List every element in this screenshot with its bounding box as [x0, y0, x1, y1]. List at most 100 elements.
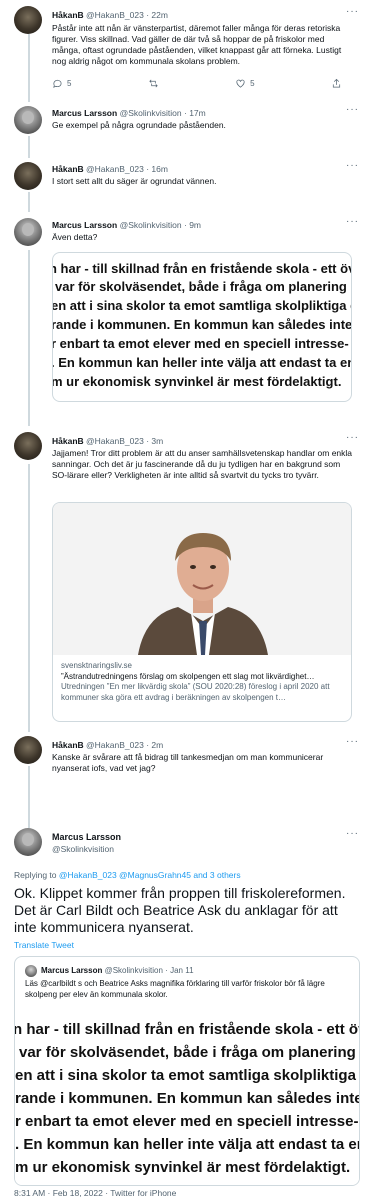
- tweet-time[interactable]: 16m: [151, 164, 168, 174]
- tweet-time[interactable]: 22m: [151, 10, 168, 20]
- reply-icon: [53, 79, 62, 88]
- avatar[interactable]: [14, 106, 42, 134]
- tweet-header: HåkanB @HakanB_023 · 3m: [52, 436, 164, 446]
- reply-targets-link[interactable]: @HakanB_023 @MagnusGrahn45 and 3 others: [59, 870, 241, 880]
- tweet[interactable]: Marcus Larsson @Skolinkvisition · 9m ···…: [0, 214, 371, 426]
- tweet-header: HåkanB @HakanB_023 · 16m: [52, 164, 168, 174]
- more-options-icon[interactable]: ···: [346, 6, 359, 17]
- tweet-time[interactable]: 2m: [151, 740, 163, 750]
- image-text-line: en att i sina skolor ta emot samtliga sk…: [52, 298, 352, 313]
- focused-tweet: Marcus Larsson @Skolinkvisition ··· Repl…: [0, 828, 371, 1200]
- tweet[interactable]: HåkanB @HakanB_023 · 3m ··· Jajjamen! Tr…: [0, 426, 371, 732]
- author-handle[interactable]: @HakanB_023: [86, 164, 144, 174]
- image-text-line: rande i kommunen. En kommun kan således …: [15, 1090, 360, 1107]
- reply-prefix: Replying to: [14, 870, 57, 880]
- avatar[interactable]: [14, 828, 42, 856]
- attached-image: n har - till skillnad från en fristående…: [15, 1007, 360, 1185]
- author-name[interactable]: Marcus Larsson: [52, 108, 117, 118]
- image-text-line: m ur ekonomisk synvinkel är mest fördela…: [15, 1159, 351, 1176]
- tweet-text: Jajjamen! Tror ditt problem är att du an…: [52, 448, 353, 480]
- quoted-tweet-header: Marcus Larsson @Skolinkvisition · Jan 11: [41, 966, 194, 975]
- tweet-actions: 5 5: [52, 78, 342, 89]
- image-text-line: n har - till skillnad från en fristående…: [15, 1021, 360, 1038]
- tweet-text: Ge exempel på några ogrundade påståenden…: [52, 120, 226, 130]
- tweet-time[interactable]: 3m: [151, 436, 163, 446]
- more-options-icon[interactable]: ···: [346, 104, 359, 115]
- link-card-domain: svensktnaringsliv.se: [61, 661, 132, 670]
- link-card-title: ”Ästrandutredningens förslag om skolpeng…: [61, 671, 315, 681]
- like-count: 5: [250, 79, 255, 88]
- more-options-icon[interactable]: ···: [346, 432, 359, 443]
- link-card[interactable]: svensktnaringsliv.se ”Ästrandutredningen…: [52, 502, 352, 722]
- quoted-tweet-text: Läs @carlbildt s och Beatrice Asks magni…: [25, 979, 325, 999]
- portrait-photo: [53, 503, 351, 655]
- image-text-line: r enbart ta emot elever med en speciell …: [52, 336, 352, 351]
- tweet-text: Ok. Klippet kommer från proppen till fri…: [14, 885, 346, 935]
- tweet-time[interactable]: 17m: [189, 108, 206, 118]
- tweet-header: Marcus Larsson @Skolinkvisition · 9m: [52, 220, 201, 230]
- tweet-timestamp-footer[interactable]: 8:31 AM · Feb 18, 2022 · Twitter for iPh…: [14, 1188, 176, 1198]
- tweet-header: Marcus Larsson @Skolinkvisition · 17m: [52, 108, 206, 118]
- tweet[interactable]: HåkanB @HakanB_023 · 16m ··· I stort set…: [0, 158, 371, 214]
- author-name: Marcus Larsson: [41, 966, 103, 975]
- image-text-line: rande i kommunen. En kommun kan således …: [52, 317, 352, 332]
- image-text-line: . En kommun kan heller inte välja att en…: [15, 1136, 360, 1153]
- quoted-image: n har - till skillnad från en fristående…: [15, 1007, 360, 1185]
- author-handle[interactable]: @Skolinkvisition: [120, 108, 182, 118]
- like-button[interactable]: 5: [235, 78, 255, 89]
- author-handle[interactable]: @HakanB_023: [86, 436, 144, 446]
- reply-button[interactable]: 5: [52, 78, 71, 89]
- image-text-line: . En kommun kan heller inte välja att en…: [52, 355, 352, 370]
- share-icon: [332, 78, 341, 88]
- tweet-header: HåkanB @HakanB_023 · 2m: [52, 740, 164, 750]
- tweet-text: Även detta?: [52, 232, 98, 242]
- avatar[interactable]: [14, 736, 42, 764]
- attached-image[interactable]: n har - till skillnad från en fristående…: [52, 252, 352, 402]
- image-text-line: en att i sina skolor ta emot samtliga sk…: [15, 1067, 360, 1084]
- tweet[interactable]: HåkanB @HakanB_023 · 2m ··· Kanske är sv…: [0, 732, 371, 828]
- more-options-icon[interactable]: ···: [346, 160, 359, 171]
- image-text-line: m ur ekonomisk synvinkel är mest fördela…: [52, 374, 342, 389]
- author-handle: @Skolinkvisition: [104, 966, 163, 975]
- author-name[interactable]: Marcus Larsson: [52, 832, 121, 842]
- more-options-icon[interactable]: ···: [346, 828, 359, 839]
- avatar[interactable]: [14, 162, 42, 190]
- tweet[interactable]: Marcus Larsson @Skolinkvisition · 17m ··…: [0, 102, 371, 158]
- image-text-line: n har - till skillnad från en fristående…: [52, 261, 352, 276]
- tweet-text: Kanske är svårare att få bidrag till tan…: [52, 752, 324, 773]
- link-card-image: [53, 503, 351, 655]
- image-text-line: var för skolväsendet, både i fråga om pl…: [19, 1044, 360, 1061]
- tweet-text: Påstår inte att nån är vänsterpartist, d…: [52, 23, 342, 66]
- share-button[interactable]: [331, 78, 342, 89]
- link-card-description: Utredningen ”En mer likvärdig skola” (SO…: [61, 682, 330, 702]
- retweet-button[interactable]: [148, 78, 159, 89]
- tweet-header: HåkanB @HakanB_023 · 22m: [52, 10, 168, 20]
- replying-to: Replying to @HakanB_023 @MagnusGrahn45 a…: [14, 870, 241, 880]
- translate-tweet-link[interactable]: Translate Tweet: [14, 940, 74, 950]
- author-name[interactable]: HåkanB: [52, 740, 84, 750]
- more-options-icon[interactable]: ···: [346, 736, 359, 747]
- author-name[interactable]: HåkanB: [52, 164, 84, 174]
- quoted-tweet[interactable]: Marcus Larsson @Skolinkvisition · Jan 11…: [14, 956, 360, 1186]
- author-name[interactable]: HåkanB: [52, 436, 84, 446]
- avatar[interactable]: [14, 6, 42, 34]
- avatar[interactable]: [14, 218, 42, 246]
- avatar[interactable]: [14, 432, 42, 460]
- author-name[interactable]: HåkanB: [52, 10, 84, 20]
- heart-icon: [236, 79, 245, 88]
- tweet-date: · Jan 11: [165, 966, 194, 975]
- author-handle[interactable]: @HakanB_023: [86, 740, 144, 750]
- tweet-text: I stort sett allt du säger är ogrundat v…: [52, 176, 217, 186]
- more-options-icon[interactable]: ···: [346, 216, 359, 227]
- tweet-time[interactable]: 9m: [189, 220, 201, 230]
- image-text-line: r enbart ta emot elever med en speciell …: [15, 1113, 360, 1130]
- image-text-line: var för skolväsendet, både i fråga om pl…: [55, 279, 352, 294]
- author-handle[interactable]: @HakanB_023: [86, 10, 144, 20]
- author-handle[interactable]: @Skolinkvisition: [120, 220, 182, 230]
- author-handle[interactable]: @Skolinkvisition: [52, 844, 114, 854]
- reply-count: 5: [67, 79, 72, 88]
- retweet-icon: [149, 79, 158, 88]
- avatar: [25, 965, 37, 977]
- author-name[interactable]: Marcus Larsson: [52, 220, 117, 230]
- tweet[interactable]: HåkanB @HakanB_023 · 22m ··· Påstår inte…: [0, 0, 371, 100]
